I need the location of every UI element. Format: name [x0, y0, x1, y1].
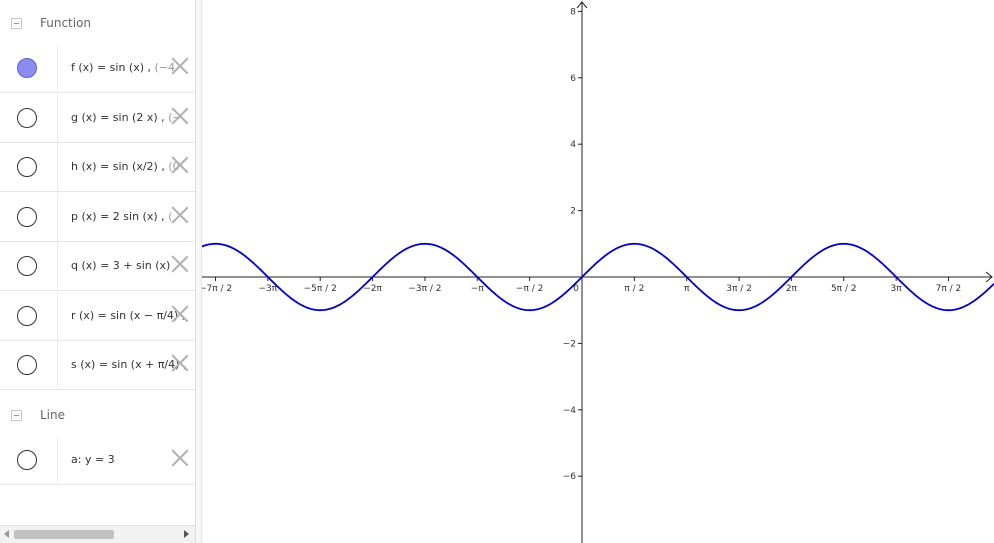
- expression-text: g (x) = sin (2 x) ,: [71, 110, 165, 124]
- expression-text: s (x) = sin (x + π/4) ,: [71, 358, 187, 371]
- x-tick-label: 2π: [786, 284, 798, 294]
- algebra-row[interactable]: p (x) = 2 sin (x) , (: [0, 192, 195, 242]
- group-header-line: Line: [0, 392, 195, 436]
- x-tick-label: 3π: [891, 284, 903, 294]
- y-tick-label: 2: [570, 207, 576, 217]
- expression-input[interactable]: s (x) = sin (x + π/4) ,: [71, 341, 186, 389]
- expression-input[interactable]: a: y = 3: [71, 436, 115, 484]
- expression-text: p (x) = 2 sin (x) ,: [71, 209, 165, 223]
- y-tick-label: 8: [570, 7, 576, 17]
- expression-input[interactable]: g (x) = sin (2 x) , (−: [71, 94, 182, 142]
- visibility-toggle-icon[interactable]: [17, 107, 37, 128]
- visibility-toggle-icon[interactable]: [17, 256, 37, 276]
- expression-input[interactable]: h (x) = sin (x/2) , (0: [71, 143, 180, 191]
- visibility-toggle-icon[interactable]: [17, 355, 37, 375]
- scrollbar-thumb[interactable]: [14, 530, 114, 539]
- expression-text: q (x) = 3 + sin (x) ,: [71, 259, 178, 272]
- delete-icon[interactable]: [171, 449, 189, 467]
- collapse-icon[interactable]: [11, 410, 22, 421]
- delete-icon[interactable]: [171, 305, 189, 323]
- x-tick-label: π / 2: [624, 284, 644, 294]
- row-separator: [57, 242, 58, 290]
- expression-text: a: y = 3: [71, 453, 115, 466]
- x-tick-label: 7π / 2: [936, 284, 962, 294]
- expression-input[interactable]: r (x) = sin (x − π/4) ,: [71, 292, 185, 340]
- delete-icon[interactable]: [171, 354, 189, 372]
- visibility-toggle-icon[interactable]: [17, 305, 37, 326]
- delete-icon[interactable]: [171, 206, 189, 224]
- collapse-icon[interactable]: [11, 18, 22, 29]
- scroll-left-arrow-icon[interactable]: [4, 530, 9, 538]
- y-tick-label: −4: [563, 406, 577, 416]
- expression-input[interactable]: q (x) = 3 + sin (x) ,: [71, 242, 177, 290]
- x-tick-label: −7π / 2: [202, 284, 232, 294]
- algebra-row[interactable]: g (x) = sin (2 x) , (−: [0, 93, 195, 143]
- view-divider[interactable]: [195, 0, 202, 543]
- delete-icon[interactable]: [171, 57, 189, 75]
- visibility-toggle-icon[interactable]: [17, 157, 37, 177]
- row-separator: [57, 93, 58, 142]
- row-separator: [57, 192, 58, 241]
- row-separator: [57, 44, 58, 92]
- group-header-function: Function: [0, 0, 195, 44]
- x-tick-label: π: [684, 284, 690, 294]
- algebra-row[interactable]: q (x) = 3 + sin (x) ,: [0, 242, 195, 291]
- x-tick-label: −π: [471, 284, 485, 294]
- x-tick-label: −3π: [259, 284, 278, 294]
- expression-text: r (x) = sin (x − π/4) ,: [71, 308, 186, 322]
- expression-text: h (x) = sin (x/2) ,: [71, 160, 165, 173]
- algebra-row[interactable]: h (x) = sin (x/2) , (0: [0, 143, 195, 192]
- visibility-toggle-icon[interactable]: [17, 206, 37, 227]
- y-tick-label: −2: [563, 339, 576, 349]
- row-separator: [57, 436, 58, 484]
- x-tick-label: −2π: [363, 284, 382, 294]
- group-label: Function: [40, 16, 92, 30]
- expression-input[interactable]: p (x) = 2 sin (x) , (: [71, 193, 172, 241]
- algebra-row[interactable]: a: y = 3: [0, 436, 195, 485]
- algebra-row[interactable]: f (x) = sin (x) , (−4: [0, 44, 195, 93]
- x-tick-label: −π / 2: [516, 284, 543, 294]
- graphics-view[interactable]: −7π / 2 −3π −5π / 2 −2π −3π / 2 −π −π / 20π / …: [202, 0, 994, 543]
- row-separator: [57, 341, 58, 389]
- delete-icon[interactable]: [171, 255, 189, 273]
- algebra-view: Function f (x) = sin (x) , (−4 g (x) = sin…: [0, 0, 195, 543]
- x-tick-label: −5π / 2: [304, 284, 337, 294]
- horizontal-scrollbar[interactable]: [0, 525, 195, 543]
- delete-icon[interactable]: [171, 107, 189, 125]
- visibility-toggle-icon[interactable]: [17, 450, 37, 470]
- y-tick-label: 4: [570, 140, 576, 150]
- x-tick-label: −3π / 2: [408, 284, 441, 294]
- x-tick-label: 3π / 2: [726, 284, 752, 294]
- group-label: Line: [40, 408, 66, 422]
- algebra-row[interactable]: s (x) = sin (x + π/4) ,: [0, 341, 195, 390]
- x-tick-label: 5π / 2: [831, 284, 857, 294]
- scroll-right-arrow-icon[interactable]: [184, 530, 189, 538]
- expression-text: f (x) = sin (x) ,: [71, 61, 152, 74]
- visibility-toggle-icon[interactable]: [17, 58, 37, 78]
- y-tick-label: −6: [563, 472, 577, 482]
- delete-icon[interactable]: [171, 156, 189, 174]
- y-tick-label: 6: [570, 74, 576, 84]
- graph-canvas[interactable]: −7π / 2 −3π −5π / 2 −2π −3π / 2 −π −π / 20π / …: [202, 0, 994, 543]
- row-separator: [57, 143, 58, 191]
- algebra-row[interactable]: r (x) = sin (x − π/4) ,: [0, 291, 195, 341]
- expression-input[interactable]: f (x) = sin (x) , (−4: [71, 44, 175, 92]
- row-separator: [57, 291, 58, 340]
